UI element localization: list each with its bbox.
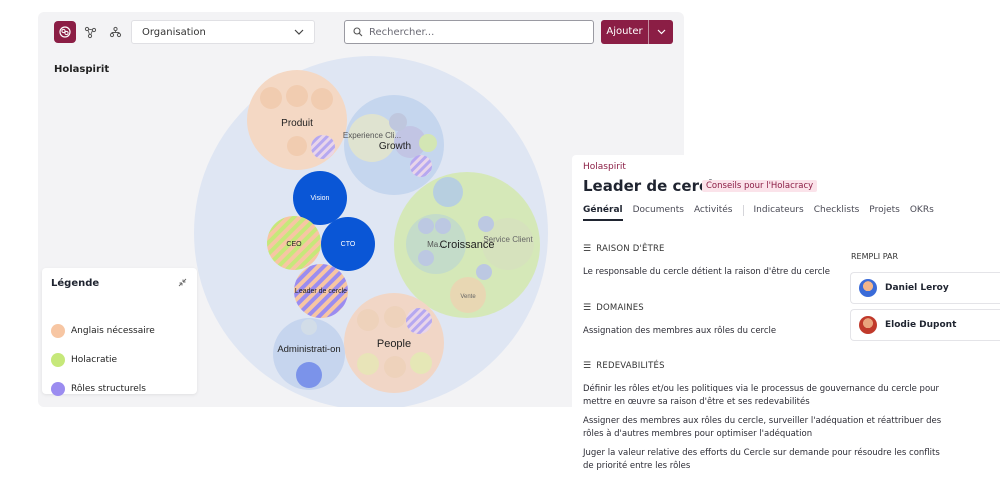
role-bubble[interactable] [311, 88, 333, 110]
role-label-ceo: CEO [286, 241, 302, 248]
role-bubble[interactable] [418, 250, 434, 266]
circle-label-administration: Administrati-on [277, 344, 340, 355]
accountabilities-heading-label: REDEVABILITÉS [596, 361, 665, 371]
legend-swatch [51, 324, 65, 338]
role-bubble[interactable] [476, 264, 492, 280]
legend-item-holacratie: Holacratie [51, 353, 117, 367]
legend-swatch [51, 382, 65, 396]
role-bubble[interactable] [357, 309, 379, 331]
role-bubble[interactable] [435, 218, 451, 234]
role-bubble[interactable] [286, 85, 308, 107]
role-bubble[interactable] [389, 113, 407, 131]
avatar [859, 279, 877, 297]
template-badge[interactable]: Conseils pour l'Holacracy [702, 180, 818, 192]
accountabilities-heading: ☰ REDEVABILITÉS [583, 361, 665, 371]
circle-label-produit: Produit [281, 118, 313, 129]
role-bubble[interactable] [478, 216, 494, 232]
role-bubble[interactable] [311, 135, 335, 159]
filled-by-label: REMPLI PAR [851, 252, 899, 261]
member-name: Daniel Leroy [885, 283, 949, 293]
role-bubble[interactable] [301, 319, 317, 335]
legend-item-label: Anglais nécessaire [71, 326, 155, 336]
legend-item-label: Rôles structurels [71, 384, 146, 394]
role-bubble[interactable] [357, 353, 379, 375]
avatar [859, 316, 877, 334]
role-bubble[interactable] [287, 136, 307, 156]
domains-text: Assignation des membres aux rôles du cer… [583, 326, 777, 336]
legend-item-anglais: Anglais nécessaire [51, 324, 155, 338]
tab-indicateurs[interactable]: Indicateurs [754, 205, 804, 221]
role-bubble[interactable] [410, 352, 432, 374]
purpose-heading: ☰ RAISON D'ÊTRE [583, 244, 665, 254]
domains-heading: ☰ DOMAINES [583, 303, 644, 313]
role-label-vision: Vision [311, 195, 330, 202]
tab-okrs[interactable]: OKRs [910, 205, 934, 221]
tab-divider [742, 205, 744, 216]
role-bubble[interactable] [406, 308, 432, 334]
accountability-item: Assigner des membres aux rôles du cercle… [583, 416, 942, 440]
collapse-icon [178, 278, 187, 287]
member-card[interactable]: Elodie Dupont [850, 309, 1000, 341]
accountability-item: Définir les rôles et/ou les politiques v… [583, 384, 940, 408]
text-lines-icon: ☰ [583, 244, 592, 254]
circle-label-growth: Growth [379, 141, 411, 152]
circle-label-people: People [377, 338, 411, 350]
tab-checklists[interactable]: Checklists [814, 205, 860, 221]
legend-panel: Légende Anglais nécessaire Holacratie Rô… [42, 268, 197, 396]
tab-general[interactable]: Général [583, 205, 623, 221]
role-bubble[interactable] [410, 155, 432, 177]
detail-breadcrumb[interactable]: Holaspirit [583, 162, 626, 172]
role-label-cto: CTO [341, 241, 356, 248]
detail-tabs: Général Documents Activités Indicateurs … [583, 205, 944, 221]
circle-label-experience: Experience Cli... [343, 131, 401, 140]
member-card[interactable]: Daniel Leroy [850, 272, 1000, 304]
tab-projets[interactable]: Projets [869, 205, 900, 221]
role-bubble[interactable] [419, 134, 437, 152]
role-bubble[interactable] [433, 177, 463, 207]
legend-swatch [51, 353, 65, 367]
purpose-text: Le responsable du cercle détient la rais… [583, 267, 830, 277]
role-bubble[interactable] [384, 356, 406, 378]
role-detail-panel: Holaspirit Leader de cercle Conseils pou… [572, 155, 1000, 500]
role-bubble[interactable] [384, 306, 406, 328]
role-label-leader: Leader de cercle [295, 288, 347, 295]
legend-item-label: Holacratie [71, 355, 118, 365]
tab-documents[interactable]: Documents [633, 205, 684, 221]
accountability-item: Juger la valeur relative des efforts du … [583, 448, 940, 472]
role-bubble[interactable] [260, 87, 282, 109]
circle-label-croissance: Croissance [439, 239, 494, 251]
legend-title: Légende [51, 278, 100, 289]
legend-item-roles-structurels: Rôles structurels [51, 382, 146, 396]
role-bubble[interactable] [418, 218, 434, 234]
member-name: Elodie Dupont [885, 320, 957, 330]
domains-heading-label: DOMAINES [596, 303, 644, 313]
collapse-legend-button[interactable] [178, 278, 187, 290]
role-bubble[interactable] [296, 362, 322, 388]
list-icon: ☰ [583, 303, 592, 313]
tab-activites[interactable]: Activités [694, 205, 733, 221]
circle-label-vente: Vente [460, 294, 476, 300]
purpose-heading-label: RAISON D'ÊTRE [596, 244, 665, 254]
list-icon: ☰ [583, 361, 592, 371]
